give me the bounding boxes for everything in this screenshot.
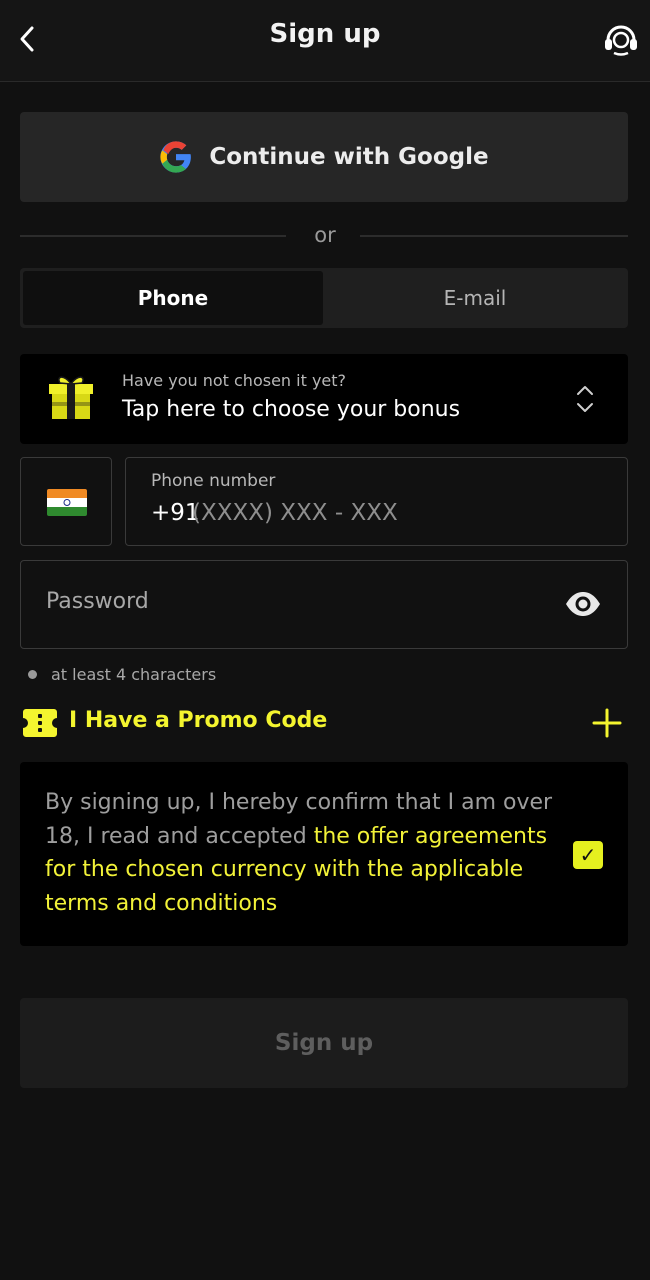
promo-code-toggle[interactable]: I Have a Promo Code (22, 704, 622, 740)
google-logo-icon (160, 141, 192, 173)
eye-icon[interactable] (564, 589, 602, 619)
divider-line-right (360, 235, 628, 237)
password-hint: at least 4 characters (28, 665, 216, 684)
plus-icon[interactable] (592, 708, 622, 738)
support-button[interactable] (602, 20, 640, 58)
india-flag-icon (47, 489, 87, 516)
google-button-label: Continue with Google (209, 144, 489, 170)
checkmark-icon: ✓ (579, 843, 597, 867)
hint-bullet (28, 670, 37, 679)
password-placeholder: Password (46, 589, 149, 614)
terms-agreement-box: By signing up, I hereby confirm that I a… (20, 762, 628, 946)
phone-number-input[interactable]: Phone number +91 (XXXX) XXX - XXX (125, 457, 628, 546)
password-input[interactable]: Password (20, 560, 628, 649)
bonus-selector[interactable]: Have you not chosen it yet? Tap here to … (20, 354, 628, 444)
bonus-title: Tap here to choose your bonus (122, 397, 461, 422)
terms-checkbox[interactable]: ✓ (573, 841, 603, 869)
headset-support-icon (605, 25, 637, 56)
phone-number-placeholder: (XXXX) XXX - XXX (192, 500, 398, 526)
signup-method-tabs: Phone E-mail (20, 268, 628, 328)
ticket-icon (23, 709, 57, 737)
header-bar: Sign up (0, 0, 650, 82)
continue-with-google-button[interactable]: Continue with Google (20, 112, 628, 202)
password-hint-text: at least 4 characters (51, 665, 217, 684)
tab-email[interactable]: E-mail (325, 271, 625, 325)
tab-phone[interactable]: Phone (23, 271, 323, 325)
phone-number-label: Phone number (151, 471, 276, 491)
bonus-caption: Have you not chosen it yet? (122, 371, 347, 390)
promo-code-label: I Have a Promo Code (69, 708, 328, 733)
page-title: Sign up (269, 19, 381, 49)
gift-box-icon (49, 376, 93, 419)
country-code-selector[interactable] (20, 457, 112, 546)
chevron-up-down-icon (577, 386, 593, 412)
sign-up-button[interactable]: Sign up (20, 998, 628, 1088)
sign-up-button-label: Sign up (274, 1030, 374, 1056)
terms-text: By signing up, I hereby confirm that I a… (45, 786, 565, 920)
